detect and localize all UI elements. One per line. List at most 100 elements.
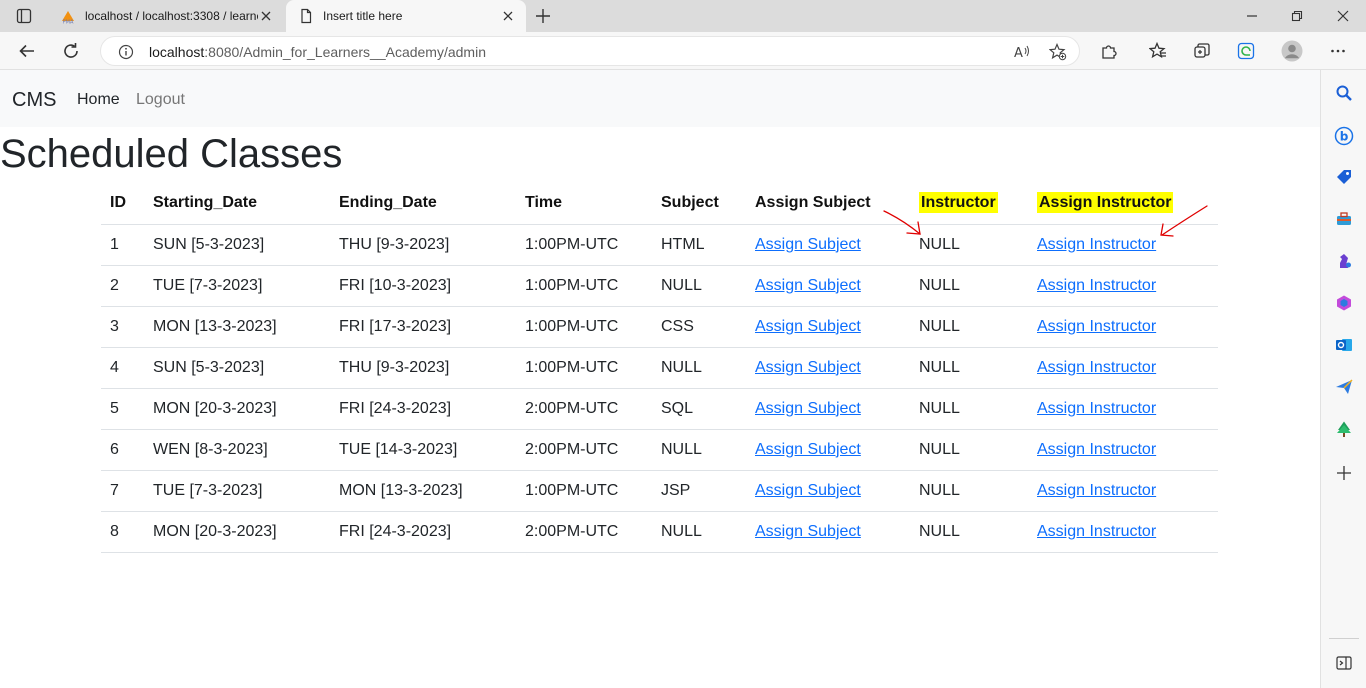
close-tab-button[interactable]	[258, 8, 274, 24]
profile-button[interactable]	[1281, 40, 1303, 62]
cell-assign-subject: Assign Subject	[746, 388, 910, 430]
cell-id: 7	[101, 470, 144, 512]
sidebar-hide[interactable]	[1333, 652, 1355, 674]
chess-piece-icon	[1340, 254, 1351, 268]
assign-subject-link[interactable]: Assign Subject	[755, 236, 861, 253]
url-host: localhost	[149, 44, 205, 60]
puzzle-icon	[1102, 45, 1117, 59]
column-header-assign-instructor: Assign Instructor	[1028, 183, 1218, 225]
site-info-icon[interactable]	[117, 43, 135, 61]
assign-subject-link[interactable]: Assign Subject	[755, 523, 861, 540]
assign-subject-link[interactable]: Assign Subject	[755, 359, 861, 376]
cell-subject: NULL	[652, 429, 746, 471]
new-tab-button[interactable]	[533, 6, 553, 26]
scheduled-classes-table: ID Starting_Date Ending_Date Time Subjec…	[101, 183, 1218, 553]
cell-time: 2:00PM-UTC	[516, 429, 652, 471]
cell-id: 5	[101, 388, 144, 430]
assign-instructor-link[interactable]: Assign Instructor	[1037, 400, 1156, 417]
cell-instructor: NULL	[910, 306, 1028, 348]
tab-actions-button[interactable]	[8, 6, 40, 26]
nav-link-home[interactable]: Home	[77, 91, 120, 109]
restore-icon	[1291, 10, 1303, 22]
assign-instructor-link[interactable]: Assign Instructor	[1037, 359, 1156, 376]
read-aloud-icon[interactable]: A	[1013, 43, 1031, 61]
table-row: 3 MON [13-3-2023] FRI [17-3-2023] 1:00PM…	[101, 306, 1218, 348]
sidebar-shopping[interactable]	[1333, 166, 1355, 188]
search-icon	[1336, 85, 1352, 101]
cell-assign-instructor: Assign Instructor	[1028, 429, 1218, 471]
shopping-tag-icon	[1337, 170, 1351, 184]
assign-subject-link[interactable]: Assign Subject	[755, 482, 861, 499]
tab-phpmyadmin[interactable]: PMA localhost / localhost:3308 / learner…	[48, 0, 284, 32]
cell-ending-date: FRI [24-3-2023]	[330, 388, 516, 430]
sidebar-office[interactable]	[1333, 292, 1355, 314]
cell-subject: NULL	[652, 347, 746, 389]
assign-instructor-link[interactable]: Assign Instructor	[1037, 277, 1156, 294]
sidebar-search[interactable]	[1333, 82, 1355, 104]
cell-starting-date: MON [20-3-2023]	[144, 388, 330, 430]
back-arrow-icon	[19, 44, 34, 58]
address-bar[interactable]: localhost:8080/Admin_for_Learners__Acade…	[100, 36, 1080, 66]
extensions-button[interactable]	[1098, 40, 1120, 62]
tab-title: Insert title here	[323, 9, 403, 23]
table-row: 5 MON [20-3-2023] FRI [24-3-2023] 2:00PM…	[101, 388, 1218, 430]
cell-ending-date: TUE [14-3-2023]	[330, 429, 516, 471]
nav-link-logout[interactable]: Logout	[136, 91, 185, 109]
more-dots-icon	[1331, 49, 1345, 53]
svg-text:PMA: PMA	[63, 20, 74, 25]
sidebar-outlook[interactable]	[1333, 334, 1355, 356]
bing-icon: b	[1334, 126, 1354, 146]
assign-instructor-link[interactable]: Assign Instructor	[1037, 482, 1156, 499]
sidebar-bing[interactable]: b	[1333, 125, 1355, 147]
column-header-starting-date: Starting_Date	[144, 183, 330, 225]
cell-time: 1:00PM-UTC	[516, 265, 652, 307]
assign-subject-link[interactable]: Assign Subject	[755, 318, 861, 335]
cell-assign-instructor: Assign Instructor	[1028, 511, 1218, 553]
cell-subject: HTML	[652, 224, 746, 266]
column-header-subject: Subject	[652, 183, 746, 225]
favorites-button[interactable]	[1147, 40, 1169, 62]
sidebar-tree[interactable]	[1333, 418, 1355, 440]
assign-subject-link[interactable]: Assign Subject	[755, 277, 861, 294]
sidebar-games[interactable]	[1333, 250, 1355, 272]
tab-insert-title[interactable]: Insert title here	[286, 0, 526, 32]
assign-instructor-link[interactable]: Assign Instructor	[1037, 523, 1156, 540]
cell-assign-instructor: Assign Instructor	[1028, 388, 1218, 430]
url-text[interactable]: localhost:8080/Admin_for_Learners__Acade…	[149, 44, 486, 60]
assign-instructor-link[interactable]: Assign Instructor	[1037, 236, 1156, 253]
sidebar-add[interactable]	[1333, 462, 1355, 484]
settings-more-button[interactable]	[1327, 40, 1349, 62]
navbar-brand[interactable]: CMS	[12, 89, 56, 112]
assign-instructor-link[interactable]: Assign Instructor	[1037, 318, 1156, 335]
close-tab-button[interactable]	[500, 8, 516, 24]
add-favorite-icon[interactable]	[1049, 43, 1067, 61]
cell-subject: JSP	[652, 470, 746, 512]
assign-subject-link[interactable]: Assign Subject	[755, 400, 861, 417]
table-row: 6 WEN [8-3-2023] TUE [14-3-2023] 2:00PM-…	[101, 429, 1218, 471]
back-button[interactable]	[16, 40, 38, 62]
cell-assign-subject: Assign Subject	[746, 347, 910, 389]
cell-time: 1:00PM-UTC	[516, 224, 652, 266]
assign-subject-link[interactable]: Assign Subject	[755, 441, 861, 458]
collections-button[interactable]	[1191, 40, 1213, 62]
cell-subject: NULL	[652, 511, 746, 553]
cell-ending-date: FRI [17-3-2023]	[330, 306, 516, 348]
refresh-icon	[64, 43, 78, 58]
cell-ending-date: FRI [10-3-2023]	[330, 265, 516, 307]
assign-instructor-link[interactable]: Assign Instructor	[1037, 441, 1156, 458]
sidebar-drop[interactable]	[1333, 376, 1355, 398]
minimize-button[interactable]	[1242, 6, 1262, 26]
column-header-time: Time	[516, 183, 652, 225]
cell-subject: SQL	[652, 388, 746, 430]
minimize-icon	[1247, 15, 1257, 17]
cell-assign-instructor: Assign Instructor	[1028, 224, 1218, 266]
restore-button[interactable]	[1287, 6, 1307, 26]
cell-time: 1:00PM-UTC	[516, 347, 652, 389]
window-close-button[interactable]	[1333, 6, 1353, 26]
refresh-button[interactable]	[60, 40, 82, 62]
favorites-star-icon	[1149, 42, 1166, 59]
cell-id: 1	[101, 224, 144, 266]
browser-essentials-button[interactable]	[1235, 40, 1257, 62]
cell-assign-instructor: Assign Instructor	[1028, 347, 1218, 389]
sidebar-tools[interactable]	[1333, 208, 1355, 230]
